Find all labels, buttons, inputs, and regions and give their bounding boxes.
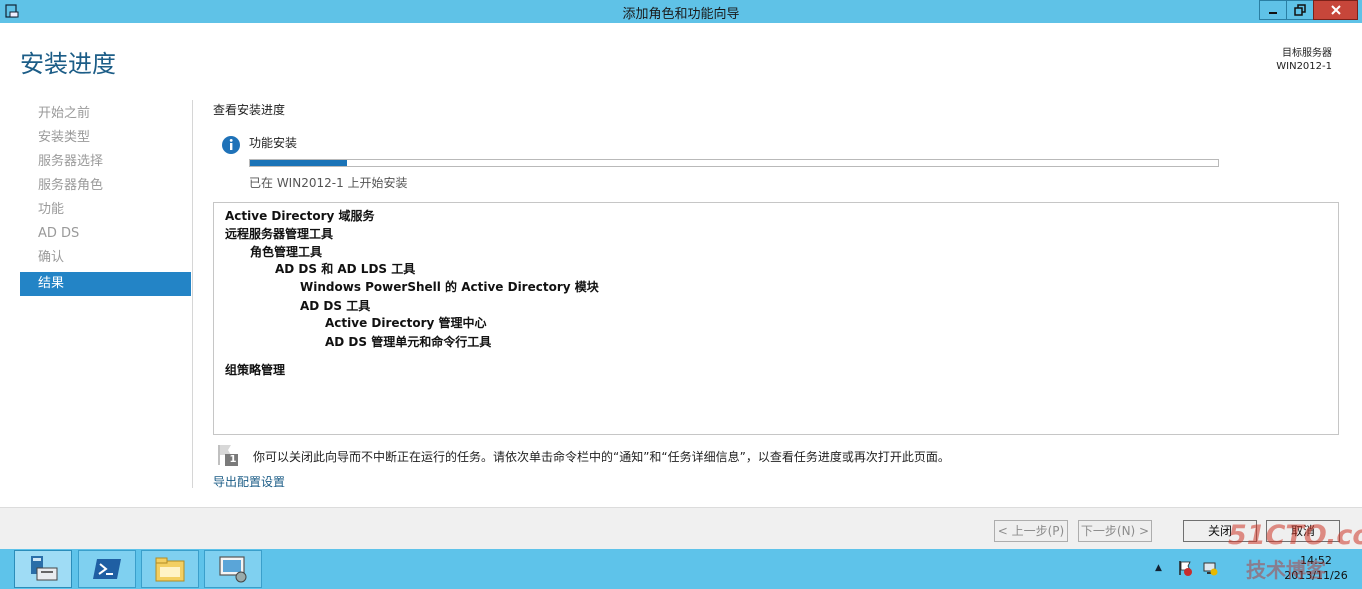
features-list: Active Directory 域服务 远程服务器管理工具 角色管理工具 AD… — [213, 202, 1339, 435]
target-server: 目标服务器 WIN2012-1 — [1276, 47, 1332, 73]
progress-status: 已在 WIN2012-1 上开始安装 — [249, 176, 408, 190]
action-center-icon[interactable] — [1177, 560, 1193, 576]
task-name: 功能安装 — [249, 136, 298, 150]
feature-item: AD DS 和 AD LDS 工具 — [275, 262, 416, 276]
window-title: 添加角色和功能向导 — [622, 7, 740, 22]
previous-button[interactable]: < 上一步(P) — [994, 520, 1068, 542]
close-window-button[interactable] — [1313, 0, 1358, 20]
feature-item: Active Directory 管理中心 — [325, 316, 487, 330]
nav-item-server-roles: 服务器角色 — [38, 178, 104, 193]
target-server-label: 目标服务器 — [1282, 48, 1332, 59]
feature-item: AD DS 管理单元和命令行工具 — [325, 335, 492, 349]
powershell-icon — [93, 559, 121, 579]
restore-button[interactable] — [1286, 0, 1314, 20]
target-server-name: WIN2012-1 — [1276, 61, 1332, 72]
minimize-button[interactable] — [1259, 0, 1287, 20]
export-config-link[interactable]: 导出配置设置 — [213, 473, 285, 490]
network-monitor-icon — [219, 556, 247, 583]
sidebar-divider — [192, 100, 193, 488]
nav-item-features: 功能 — [38, 202, 65, 217]
feature-item: 角色管理工具 — [250, 245, 323, 259]
feature-item: 远程服务器管理工具 — [225, 227, 334, 241]
server-manager-icon — [31, 556, 58, 581]
info-icon — [222, 136, 240, 154]
clock-date: 2013/11/26 — [1284, 569, 1348, 582]
show-hidden-icons-button[interactable]: ▲ — [1155, 563, 1162, 573]
next-button[interactable]: 下一步(N) > — [1078, 520, 1152, 542]
taskbar-network-monitor[interactable] — [204, 550, 262, 588]
nav-item-before-you-begin: 开始之前 — [38, 106, 91, 121]
cancel-button[interactable]: 取消 — [1266, 520, 1340, 542]
taskbar-server-manager[interactable] — [14, 550, 72, 588]
nav-item-confirmation: 确认 — [38, 250, 65, 265]
clock-time: 14:52 — [1300, 554, 1332, 567]
page-title: 安装进度 — [20, 50, 116, 78]
nav-item-installation-type: 安装类型 — [38, 130, 91, 145]
notification-flag-icon: 1 — [217, 443, 239, 467]
system-clock[interactable]: 14:52 2013/11/26 — [1276, 553, 1356, 583]
taskbar-file-explorer[interactable] — [141, 550, 199, 588]
feature-item: Active Directory 域服务 — [225, 209, 375, 223]
restore-icon — [1294, 4, 1306, 16]
nav-item-results[interactable]: 结果 — [20, 272, 191, 296]
feature-item: 组策略管理 — [225, 363, 286, 377]
close-icon — [1330, 5, 1341, 15]
nav-item-server-selection: 服务器选择 — [38, 154, 104, 169]
nav-item-ad-ds: AD DS — [38, 226, 80, 241]
wizard-footer: < 上一步(P) 下一步(N) > 关闭 取消 — [0, 507, 1362, 549]
network-icon[interactable] — [1202, 560, 1218, 576]
background-task-note: 你可以关闭此向导而不中断正在运行的任务。请依次单击命令栏中的“通知”和“任务详细… — [253, 450, 950, 464]
section-heading: 查看安装进度 — [213, 103, 286, 117]
close-button[interactable]: 关闭 — [1183, 520, 1257, 542]
minimize-icon — [1269, 12, 1277, 14]
notification-badge: 1 — [229, 454, 237, 465]
install-progress-bar — [249, 159, 1219, 167]
file-explorer-icon — [155, 557, 185, 582]
progress-fill — [250, 160, 347, 166]
feature-item: Windows PowerShell 的 Active Directory 模块 — [300, 280, 599, 294]
title-bar: 添加角色和功能向导 — [0, 0, 1362, 23]
feature-item: AD DS 工具 — [300, 299, 371, 313]
wizard-nav: 开始之前 安装类型 服务器选择 服务器角色 功能 AD DS 确认 结果 — [20, 104, 191, 296]
taskbar-powershell[interactable] — [78, 550, 136, 588]
